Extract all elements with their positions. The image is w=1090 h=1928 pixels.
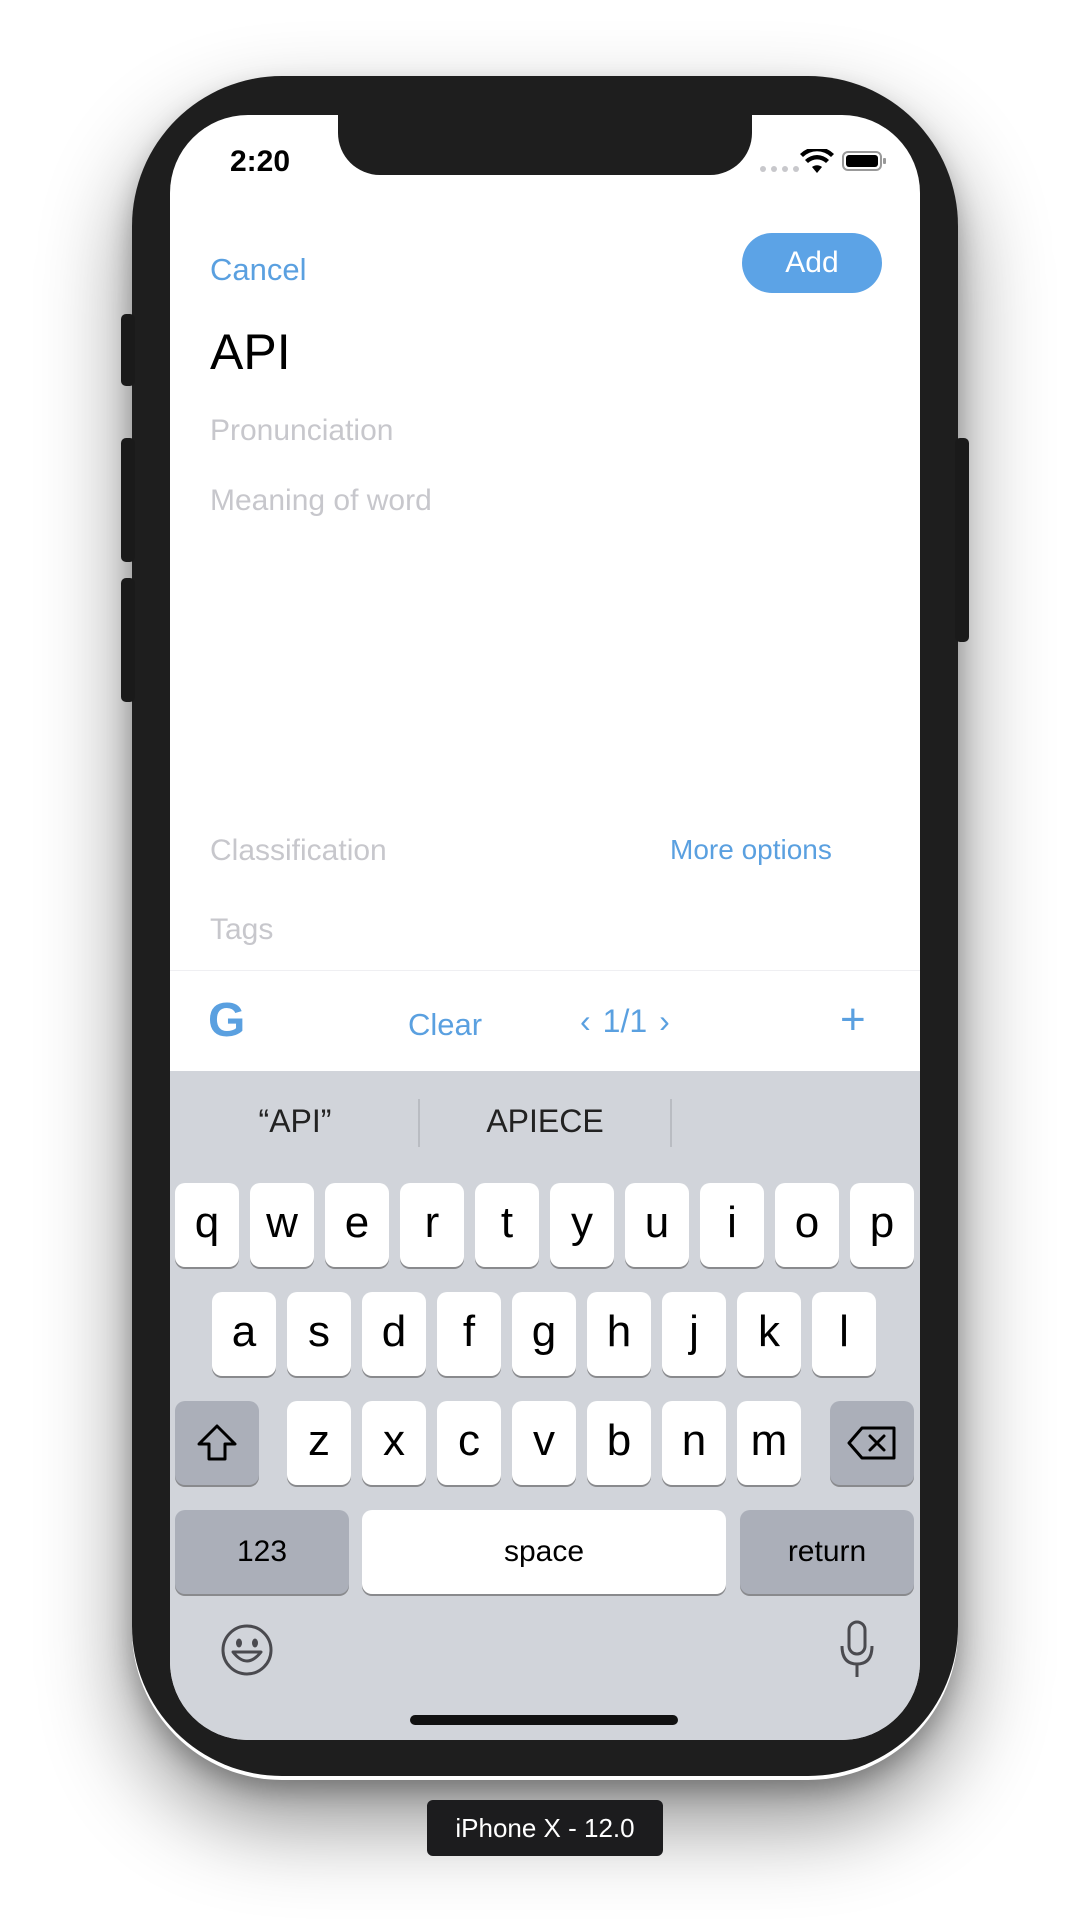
tags-field[interactable]: Tags <box>210 913 273 947</box>
suggestion-bar: “API” APIECE <box>170 1071 920 1171</box>
meaning-field[interactable]: Meaning of word <box>210 484 432 518</box>
suggestion-1[interactable]: “API” <box>170 1103 420 1140</box>
key-m[interactable]: m <box>737 1401 801 1485</box>
suggestion-2[interactable]: APIECE <box>420 1103 670 1140</box>
key-k[interactable]: k <box>737 1292 801 1376</box>
space-key[interactable]: space <box>362 1510 726 1594</box>
key-p[interactable]: p <box>850 1183 914 1267</box>
numbers-key[interactable]: 123 <box>175 1510 349 1594</box>
key-b[interactable]: b <box>587 1401 651 1485</box>
key-w[interactable]: w <box>250 1183 314 1267</box>
return-key[interactable]: return <box>740 1510 914 1594</box>
emoji-icon[interactable] <box>220 1623 274 1677</box>
backspace-key[interactable] <box>830 1401 914 1485</box>
google-icon[interactable]: G <box>208 997 245 1045</box>
silent-switch <box>121 314 135 386</box>
key-t[interactable]: t <box>475 1183 539 1267</box>
keyboard-accessory-bar: G Clear ‹ 1/1 › + <box>170 970 920 1071</box>
key-l[interactable]: l <box>812 1292 876 1376</box>
pager: ‹ 1/1 › <box>580 1003 670 1040</box>
key-d[interactable]: d <box>362 1292 426 1376</box>
power-button <box>955 438 969 642</box>
cancel-button[interactable]: Cancel <box>210 252 307 288</box>
key-x[interactable]: x <box>362 1401 426 1485</box>
shift-key[interactable] <box>175 1401 259 1485</box>
volume-down-button <box>121 578 135 702</box>
shift-icon <box>197 1424 237 1461</box>
battery-icon <box>842 151 886 171</box>
page-indicator: 1/1 <box>602 1003 648 1039</box>
keyboard: “API” APIECE q w e r t y u i o p a s d f… <box>170 1071 920 1740</box>
key-r[interactable]: r <box>400 1183 464 1267</box>
key-j[interactable]: j <box>662 1292 726 1376</box>
key-n[interactable]: n <box>662 1401 726 1485</box>
key-u[interactable]: u <box>625 1183 689 1267</box>
wifi-icon <box>800 149 834 173</box>
key-e[interactable]: e <box>325 1183 389 1267</box>
key-s[interactable]: s <box>287 1292 351 1376</box>
word-input[interactable]: API <box>210 323 291 381</box>
key-c[interactable]: c <box>437 1401 501 1485</box>
key-q[interactable]: q <box>175 1183 239 1267</box>
screen: 2:20 Cancel Add API Pronunciation Meanin… <box>170 115 920 1740</box>
volume-up-button <box>121 438 135 562</box>
chevron-left-icon[interactable]: ‹ <box>580 1003 591 1040</box>
microphone-icon[interactable] <box>837 1619 877 1681</box>
key-f[interactable]: f <box>437 1292 501 1376</box>
cellular-signal-icon <box>760 166 799 172</box>
more-options-button[interactable]: More options <box>670 834 832 866</box>
pronunciation-field[interactable]: Pronunciation <box>210 414 393 448</box>
classification-field[interactable]: Classification <box>210 834 387 868</box>
key-h[interactable]: h <box>587 1292 651 1376</box>
key-i[interactable]: i <box>700 1183 764 1267</box>
suggestion-divider <box>670 1099 672 1147</box>
status-time: 2:20 <box>230 145 291 178</box>
clear-button[interactable]: Clear <box>408 1007 482 1043</box>
key-a[interactable]: a <box>212 1292 276 1376</box>
add-button[interactable]: Add <box>742 233 882 293</box>
notch <box>338 115 752 175</box>
backspace-icon <box>847 1426 896 1460</box>
chevron-right-icon[interactable]: › <box>659 1003 670 1040</box>
key-y[interactable]: y <box>550 1183 614 1267</box>
home-indicator[interactable] <box>410 1715 678 1725</box>
key-z[interactable]: z <box>287 1401 351 1485</box>
key-o[interactable]: o <box>775 1183 839 1267</box>
plus-icon[interactable]: + <box>840 995 866 1045</box>
simulator-label: iPhone X - 12.0 <box>427 1800 663 1856</box>
key-g[interactable]: g <box>512 1292 576 1376</box>
key-v[interactable]: v <box>512 1401 576 1485</box>
